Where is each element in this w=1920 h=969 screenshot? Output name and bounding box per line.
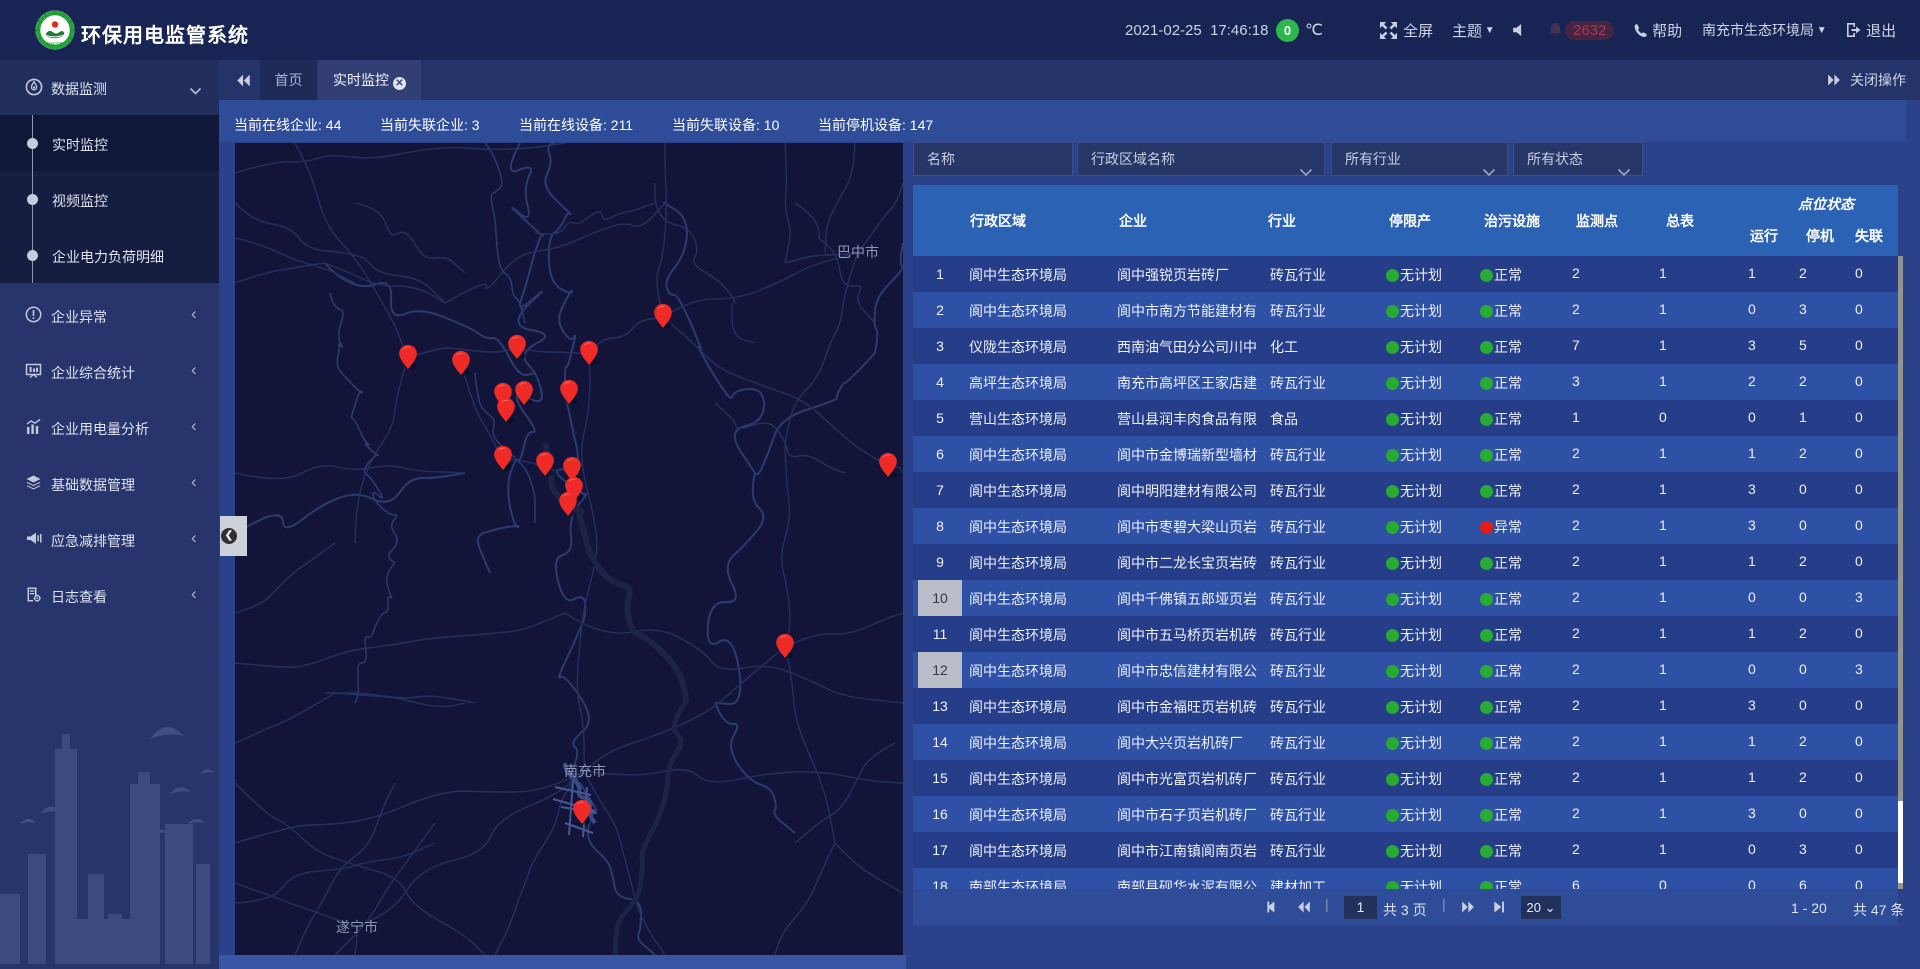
svg-text:遂宁市: 遂宁市 [336,919,378,935]
svg-text:环保监管: 环保监管 [47,41,63,47]
svg-text:南充市: 南充市 [564,763,606,779]
svg-text:巴中市: 巴中市 [837,244,879,260]
